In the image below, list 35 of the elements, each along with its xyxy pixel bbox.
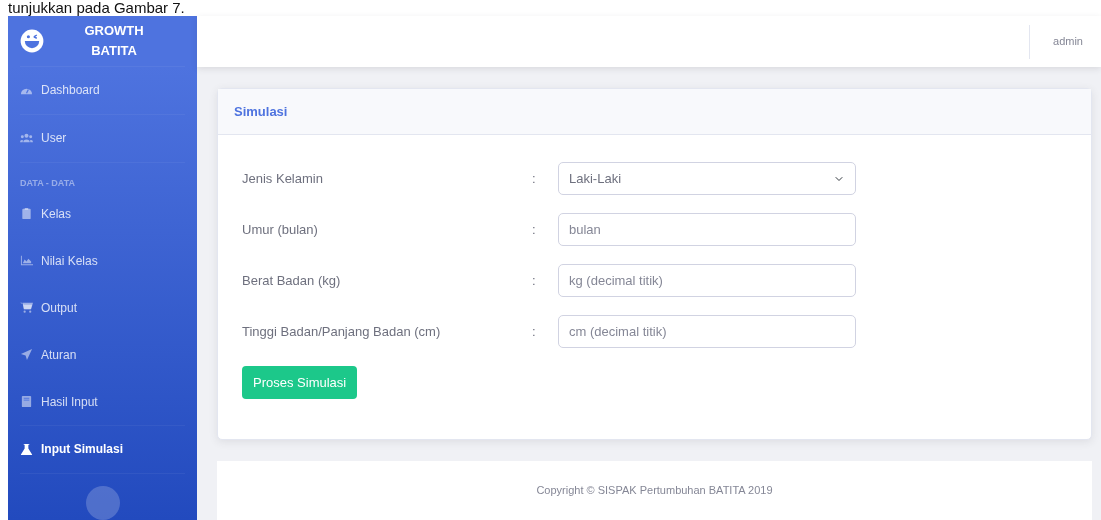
sidebar-item[interactable]: Nilai Kelas (20, 237, 185, 285)
brand-name[interactable]: GROWTH BATITA (74, 20, 154, 61)
cart-icon (20, 301, 33, 315)
paper-plane-icon (20, 348, 33, 362)
sidebar-item[interactable]: Hasil Input (20, 378, 185, 425)
sidebar-toggle-button[interactable] (85, 485, 120, 520)
flask-icon (20, 442, 33, 456)
user-name[interactable]: admin (1030, 33, 1101, 50)
laughing-face-icon (20, 28, 44, 53)
caption-text: tunjukkan pada Gambar 7. (8, 0, 185, 16)
input-field[interactable]: cm (decimal titik) (558, 315, 856, 348)
card-title: Simulasi (234, 102, 288, 121)
area-chart-icon (20, 254, 33, 268)
field-label: Umur (bulan) (242, 220, 319, 239)
clipboard-icon (20, 207, 33, 221)
colon-text: : (532, 169, 537, 188)
sidebar-item[interactable]: Dashboard (20, 66, 185, 114)
colon-text: : (532, 271, 537, 290)
field-label: Tinggi Badan/Panjang Badan (cm) (242, 322, 442, 341)
sidebar-item[interactable]: User (20, 114, 185, 162)
field-label: Jenis Kelamin (242, 169, 324, 188)
colon-text: : (532, 220, 537, 239)
section-heading: DATA - DATA (20, 176, 76, 190)
copyright-text: Copyright © SISPAK Pertumbuhan BATITA 2019 (536, 483, 773, 499)
input-field[interactable]: kg (decimal titik) (558, 264, 856, 297)
sidebar-item[interactable]: Input Simulasi (20, 426, 185, 473)
sidebar-item[interactable]: Output (20, 284, 185, 332)
sidebar-item[interactable]: Kelas (20, 190, 185, 238)
users-icon (20, 131, 33, 145)
sidebar-item[interactable]: Aturan (20, 331, 185, 379)
colon-text: : (532, 322, 537, 341)
field-label: Berat Badan (kg) (242, 271, 342, 290)
book-icon (20, 395, 33, 408)
gender-select[interactable]: Laki-Laki (558, 162, 856, 195)
input-field[interactable]: bulan (558, 213, 856, 246)
